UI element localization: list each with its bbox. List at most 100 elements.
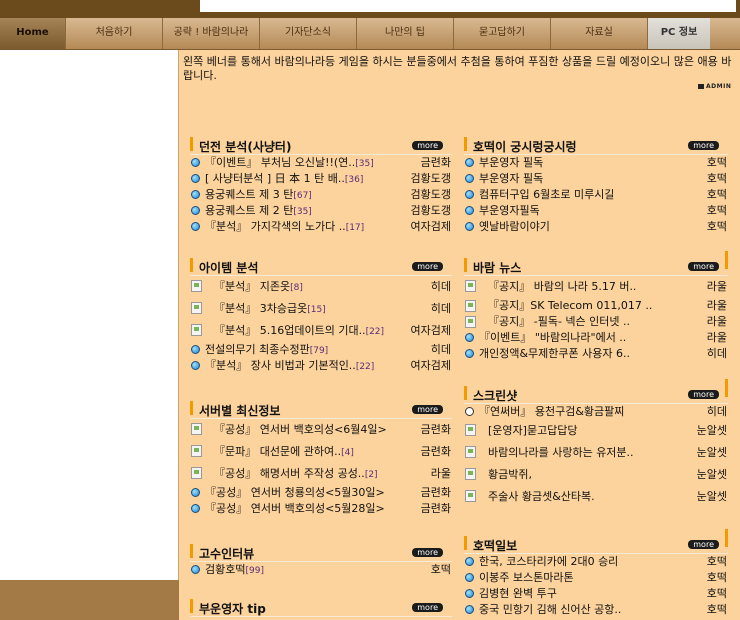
list-item[interactable]: 『공성』 연서버 백호의성<5월28일> 금련화 [190,501,452,517]
list-item[interactable]: 컴퓨터구입 6월초로 미루시길 호떡 [464,187,728,203]
list-item[interactable]: 이봉주 보스톤마라톤 호떡 [464,570,728,586]
list-item[interactable]: 『공지』 바람의 나라 5.17 버.. 라울 [464,276,728,298]
item-author: 호떡 [706,172,727,185]
item-title: 『공성』 해명서버 주작성 공성..[2] [214,467,378,480]
notice-text: 왼쪽 베너를 통해서 바람의나라등 게임을 하시는 분들중에서 추첨을 통하여 … [183,55,732,82]
more-button[interactable]: more [688,262,719,271]
item-author: 눈알셋 [696,490,727,503]
list-item[interactable]: 옛날바람이야기 호떡 [464,219,728,235]
list-item[interactable]: 검황호떡[99] 호떡 [190,562,452,578]
list-item[interactable]: 한국, 코스타리카에 2대0 승리 호떡 [464,554,728,570]
bullet-icon [191,504,200,513]
list-item[interactable]: 부운영자 필독 호떡 [464,155,728,171]
nav-strategy[interactable]: 공략 ! 바람의나라 [163,18,260,49]
section-item-analysis: 아이템 분석 more 『분석』 지존옷[8] 히데 『분석』 3차승급옷[15]… [190,257,452,374]
list-item[interactable]: 용궁퀘스트 제 2 탄[35] 검황도갱 [190,203,452,219]
section-title: 던전 분석(사냥터) [199,140,292,154]
item-author: 호떡 [706,603,727,616]
more-button[interactable]: more [688,540,719,549]
nav-my-tips[interactable]: 나만의 팁 [357,18,454,49]
image-icon [465,490,476,502]
item-author: 라울 [706,299,727,312]
list-item[interactable]: 중국 민항기 김해 신어산 공항.. 호떡 [464,602,728,618]
item-author: 여자검제 [410,324,451,337]
list-item[interactable]: 『분석』 가지각색의 노가다 ..[17] 여자검제 [190,219,452,235]
nav-reporter-news[interactable]: 기자단소식 [260,18,357,49]
section-title: 서버별 최신정보 [199,404,281,418]
list-item[interactable]: 주술사 황금셋&산타복. 눈알셋 [464,486,728,508]
section-screenshot: 스크린샷 more 『연써버』 용천구검&황금팔찌 히데 [운영자]묻고답답당 눈알… [464,379,728,508]
image-icon [465,424,476,436]
section-title: 아이템 분석 [199,261,259,275]
list-item[interactable]: 『공성』 연서버 백호의성<6월4일> 금련화 [190,419,452,441]
list-item[interactable]: 『문파』 대선문에 관하여..[4] 금련화 [190,441,452,463]
list-item[interactable]: 황금박쥐, 눈알셋 [464,464,728,486]
image-icon [191,302,202,314]
list-item[interactable]: 『공지』SK Telecom 011,017 .. 라울 [464,298,728,314]
item-title: 『분석』 3차승급옷[15] [214,302,326,315]
item-title: 옛날바람이야기 [479,220,550,233]
list-item[interactable]: 『이벤트』 부처님 오신날!!(연..[35] 금련화 [190,155,452,171]
section-daily: 호떡일보 more 한국, 코스타리카에 2대0 승리 호떡 이봉주 보스톤마라톤… [464,529,728,618]
bullet-icon [465,605,474,614]
item-author: 호떡 [706,156,727,169]
bullet-icon [191,222,200,231]
list-item[interactable]: 개인정액&무제한쿠폰 사용자 6.. 히데 [464,346,728,362]
nav-home[interactable]: Home [0,18,66,49]
more-button[interactable]: more [412,603,443,612]
list-item[interactable]: 『공성』 해명서버 주작성 공성..[2] 라울 [190,463,452,485]
section-title: 호떡일보 [473,539,518,553]
item-author: 라울 [706,315,727,328]
more-button[interactable]: more [412,262,443,271]
left-banner-area [0,50,179,580]
more-button[interactable]: more [412,141,443,150]
list-item[interactable]: 김병현 완벽 투구 호떡 [464,586,728,602]
image-icon [191,467,202,479]
image-icon [465,316,476,328]
bullet-icon [465,349,474,358]
more-button[interactable]: more [688,390,719,399]
item-author: 여자검제 [410,220,451,233]
section-bar [190,401,193,415]
section-tip: 부운영자 tip more [190,598,452,617]
list-item[interactable]: 『연써버』 용천구검&황금팔찌 히데 [464,404,728,420]
list-item[interactable]: 부운영자필독 호떡 [464,203,728,219]
more-button[interactable]: more [688,141,719,150]
nav-getting-started[interactable]: 처음하기 [66,18,163,49]
item-title: 『공성』 연서버 청룡의성<5월30일> [205,486,385,499]
list-item[interactable]: 전설의무기 최종수정판[79] 히데 [190,342,452,358]
nav-downloads[interactable]: 자료실 [551,18,648,49]
item-author: 히데 [430,343,451,356]
item-title: 『연써버』 용천구검&황금팔찌 [479,405,625,418]
list-item[interactable]: 『공성』 연서버 청룡의성<5월30일> 금련화 [190,485,452,501]
admin-label[interactable]: ADMIN [698,83,731,90]
list-item[interactable]: 『분석』 3차승급옷[15] 히데 [190,298,452,320]
bullet-icon [465,174,474,183]
list-item[interactable]: 부운영자 필독 호떡 [464,171,728,187]
list-item[interactable]: 『분석』 5.16업데이트의 기대..[22] 여자검제 [190,320,452,342]
image-icon [191,324,202,336]
item-author: 라울 [706,280,727,293]
item-title: 『공지』 바람의 나라 5.17 버.. [488,280,637,293]
nav-pc-info[interactable]: PC 정보 [648,18,710,49]
item-author: 눈알셋 [696,424,727,437]
list-item[interactable]: 용궁퀘스트 제 3 탄[67] 검황도갱 [190,187,452,203]
item-title: 전설의무기 최종수정판[79] [205,343,329,356]
list-item[interactable]: 바람의나라를 사랑하는 유저분.. 눈알셋 [464,442,728,464]
section-title: 부운영자 tip [199,602,266,616]
bullet-icon [465,573,474,582]
list-item[interactable]: 『분석』 지존옷[8] 히데 [190,276,452,298]
list-item[interactable]: 『이벤트』 "바람의나라"에서 .. 라울 [464,330,728,346]
nav-qna[interactable]: 묻고답하기 [454,18,551,49]
item-author: 금련화 [420,423,451,436]
more-button[interactable]: more [412,405,443,414]
image-icon [465,280,476,292]
list-item[interactable]: 『분석』 장사 비법과 기본적인..[22] 여자검제 [190,358,452,374]
image-icon [191,423,202,435]
more-button[interactable]: more [412,548,443,557]
list-item[interactable]: [ 사냥터분석 ] 日 本 1 탄 배..[36] 검황도갱 [190,171,452,187]
list-item[interactable]: [운영자]묻고답답당 눈알셋 [464,420,728,442]
list-item[interactable]: 『공지』 -필독- 넥슨 인터넷 .. 라울 [464,314,728,330]
item-title: 『분석』 장사 비법과 기본적인..[22] [205,359,375,372]
item-author: 금련화 [420,502,451,515]
